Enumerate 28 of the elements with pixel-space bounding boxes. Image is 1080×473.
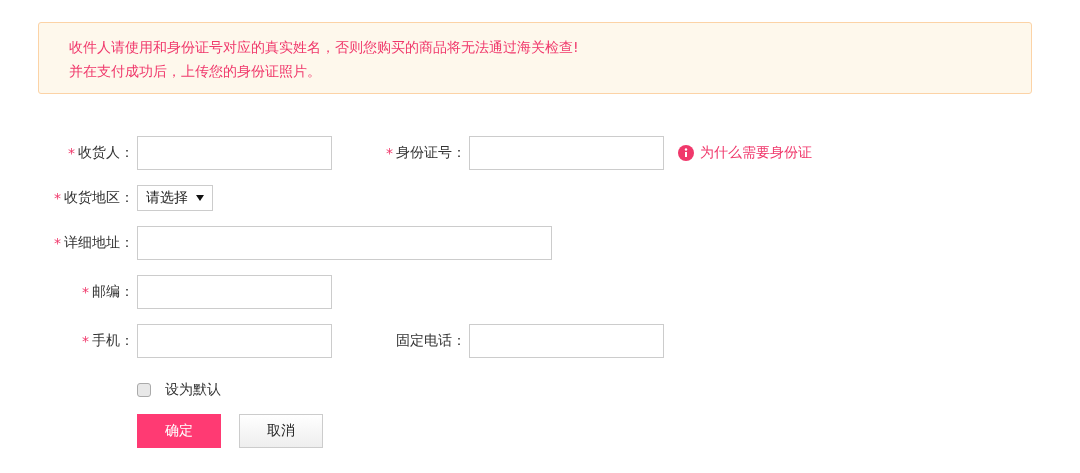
- field-label: 收货人：: [78, 144, 134, 162]
- info-icon: [678, 145, 694, 161]
- caret-icon: [196, 195, 204, 201]
- region-select[interactable]: 请选择: [137, 185, 213, 211]
- field-label: 收货地区：: [64, 189, 134, 207]
- text-field[interactable]: [469, 136, 664, 170]
- address-field[interactable]: [137, 226, 552, 260]
- field-label: 详细地址：: [64, 234, 134, 252]
- required-mark: *: [54, 235, 61, 251]
- required-mark: *: [386, 145, 393, 161]
- required-mark: *: [82, 333, 89, 349]
- checkbox-label: 设为默认: [165, 381, 221, 399]
- notice-text: 收件人请使用和身份证号对应的真实姓名，否则您购买的商品将无法通过海关检查!: [69, 38, 580, 57]
- required-mark: *: [68, 145, 75, 161]
- text-field[interactable]: [469, 324, 664, 358]
- required-mark: *: [82, 284, 89, 300]
- field-label: 邮编：: [92, 283, 134, 301]
- notice-text: 并在支付成功后，上传您的身份证照片。: [69, 62, 322, 81]
- field-label: 身份证号：: [396, 144, 466, 162]
- help-link[interactable]: 为什么需要身份证: [678, 144, 812, 162]
- field-label: 手机：: [92, 332, 134, 350]
- required-mark: *: [54, 190, 61, 206]
- cancel-button[interactable]: 取消: [239, 414, 323, 448]
- field-label: 固定电话：: [396, 332, 466, 350]
- text-field[interactable]: [137, 275, 332, 309]
- default-checkbox[interactable]: [137, 383, 151, 397]
- text-field[interactable]: [137, 136, 332, 170]
- text-field[interactable]: [137, 324, 332, 358]
